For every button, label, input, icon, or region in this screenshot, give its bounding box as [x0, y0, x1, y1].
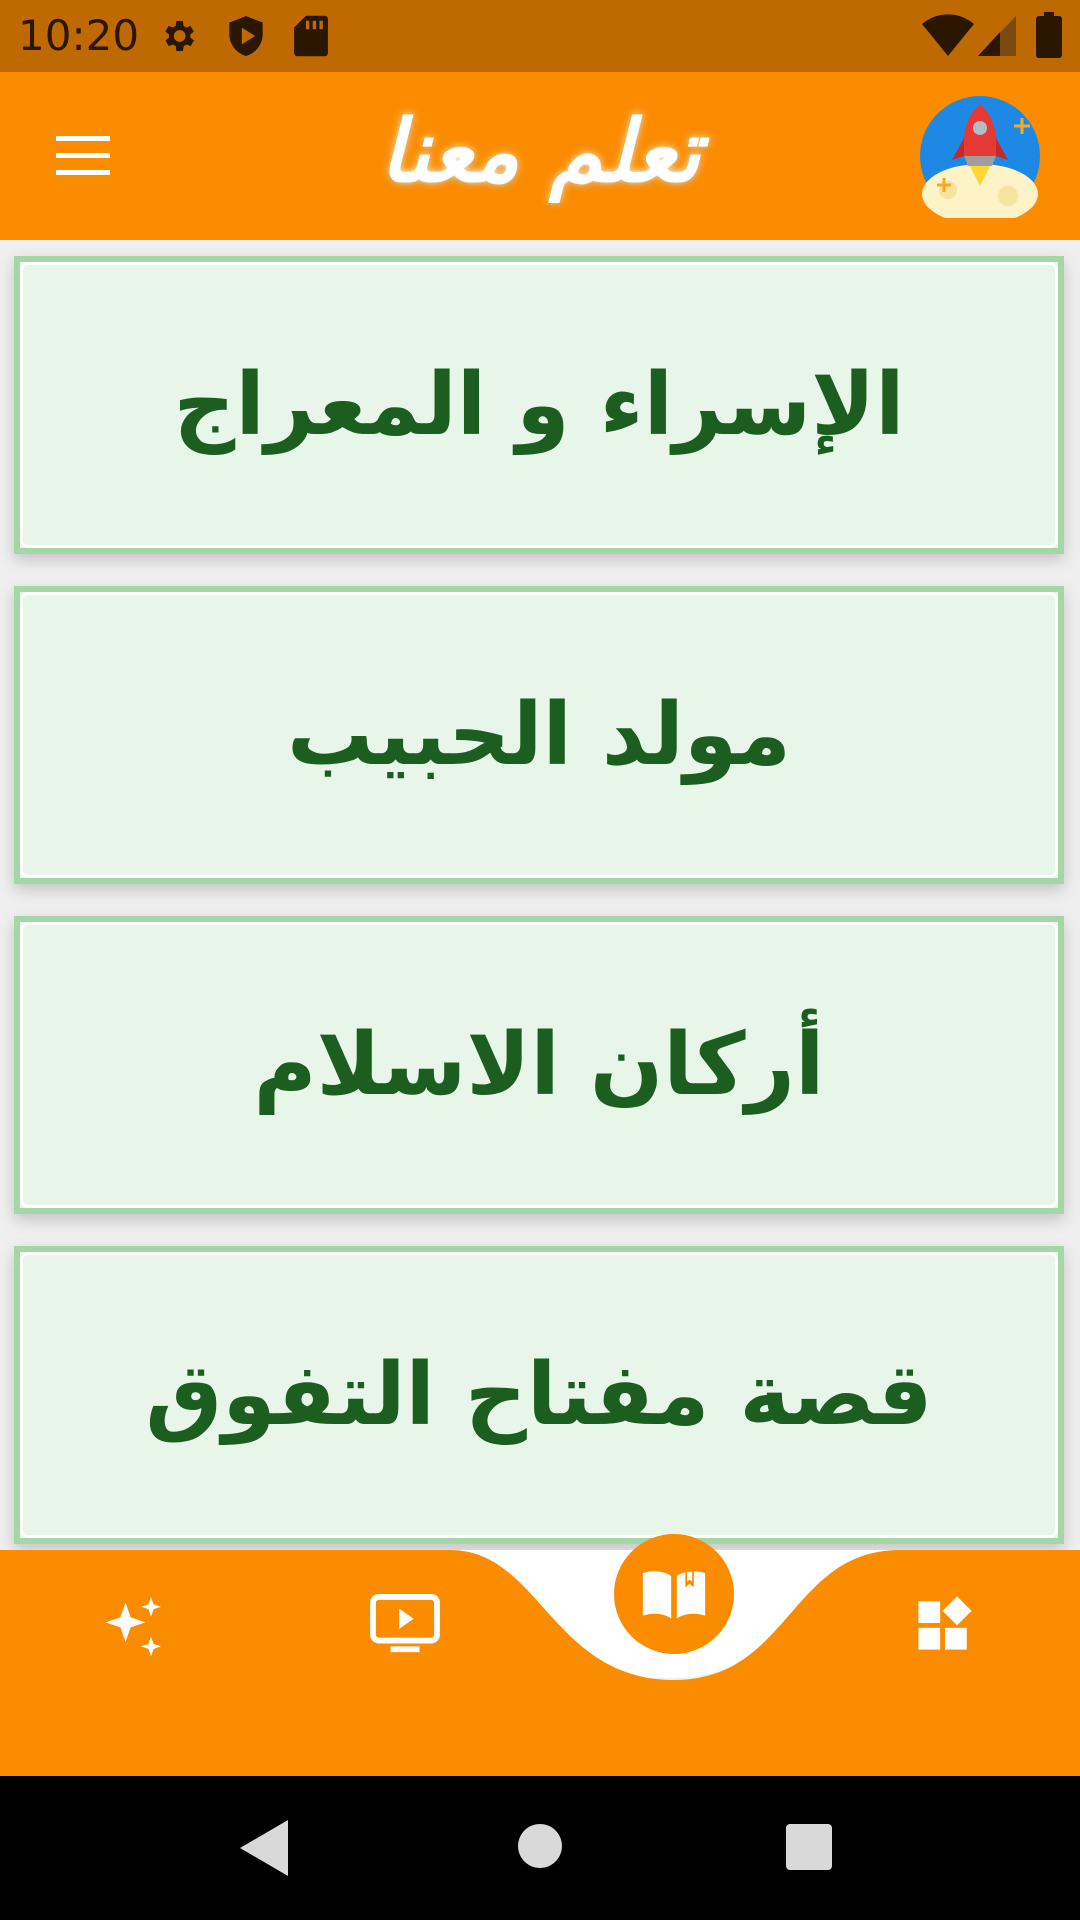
bottom-nav: [0, 1534, 1080, 1776]
sparkles-icon[interactable]: [100, 1594, 168, 1662]
card-title: مولد الحبيب: [286, 685, 792, 785]
rocket-avatar-icon[interactable]: [918, 94, 1042, 218]
recents-icon[interactable]: [786, 1824, 832, 1870]
widgets-icon[interactable]: [916, 1594, 974, 1652]
lesson-card-isra-miraj[interactable]: الإسراء و المعراج: [14, 256, 1064, 554]
back-icon[interactable]: [240, 1820, 292, 1876]
card-title: قصة مفتاح التفوق: [145, 1345, 933, 1445]
card-title: أركان الاسلام: [253, 1015, 825, 1115]
book-nav-button[interactable]: [614, 1534, 734, 1654]
bottom-nav-background: [0, 1550, 1080, 1776]
video-icon[interactable]: [370, 1594, 440, 1658]
sd-card-icon: [294, 15, 328, 57]
home-icon[interactable]: [518, 1824, 562, 1868]
shield-play-icon: [229, 16, 263, 56]
battery-icon: [1036, 12, 1062, 58]
card-title: الإسراء و المعراج: [173, 355, 905, 455]
status-bar: 10:20: [0, 0, 1080, 72]
system-nav-bar: [0, 1776, 1080, 1920]
signal-icon: [978, 16, 1016, 56]
app-bar: تعلم معنا: [0, 72, 1080, 240]
wifi-icon: [922, 14, 974, 56]
book-icon: [642, 1570, 706, 1619]
status-time: 10:20: [18, 11, 140, 60]
lesson-card-pillars[interactable]: أركان الاسلام: [14, 916, 1064, 1214]
lesson-card-story[interactable]: قصة مفتاح التفوق: [14, 1246, 1064, 1544]
settings-icon: [165, 21, 194, 51]
lesson-card-mawlid[interactable]: مولد الحبيب: [14, 586, 1064, 884]
